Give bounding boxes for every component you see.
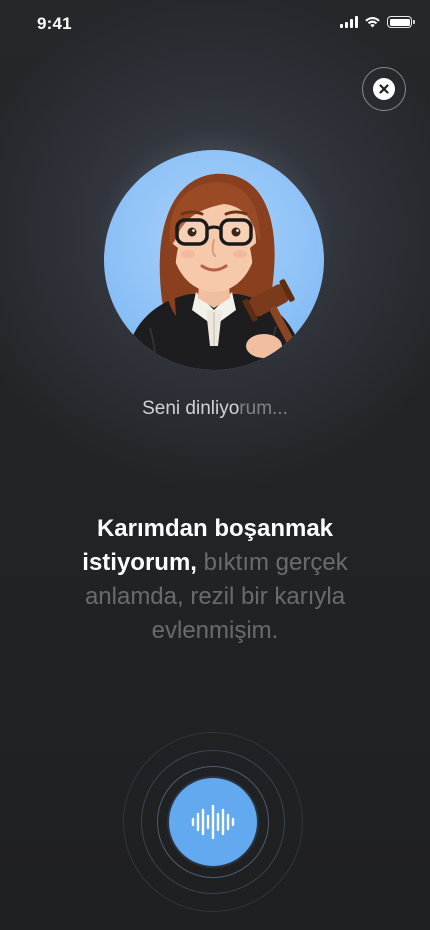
listening-status: Seni dinliyorum... <box>0 398 430 420</box>
voice-wave-icon <box>191 804 235 840</box>
close-icon <box>373 78 395 100</box>
judge-avatar <box>104 150 324 370</box>
wifi-icon <box>365 17 380 28</box>
battery-icon <box>387 16 415 28</box>
voice-assistant-screen: 9:41 Seni dinliyorum... Karımdan boşanma… <box>0 0 430 930</box>
mic-button[interactable] <box>169 778 257 866</box>
cellular-signal-icon <box>340 16 358 28</box>
status-bar: 9:41 <box>0 0 430 50</box>
status-icons <box>340 16 415 28</box>
status-time: 9:41 <box>37 14 72 33</box>
close-button[interactable] <box>362 67 406 111</box>
transcript-text: Karımdan boşanmak istiyorum, bıktım gerç… <box>55 512 375 648</box>
listening-status-fade: rum... <box>239 398 288 419</box>
listening-status-main: Seni dinliyo <box>142 398 240 419</box>
